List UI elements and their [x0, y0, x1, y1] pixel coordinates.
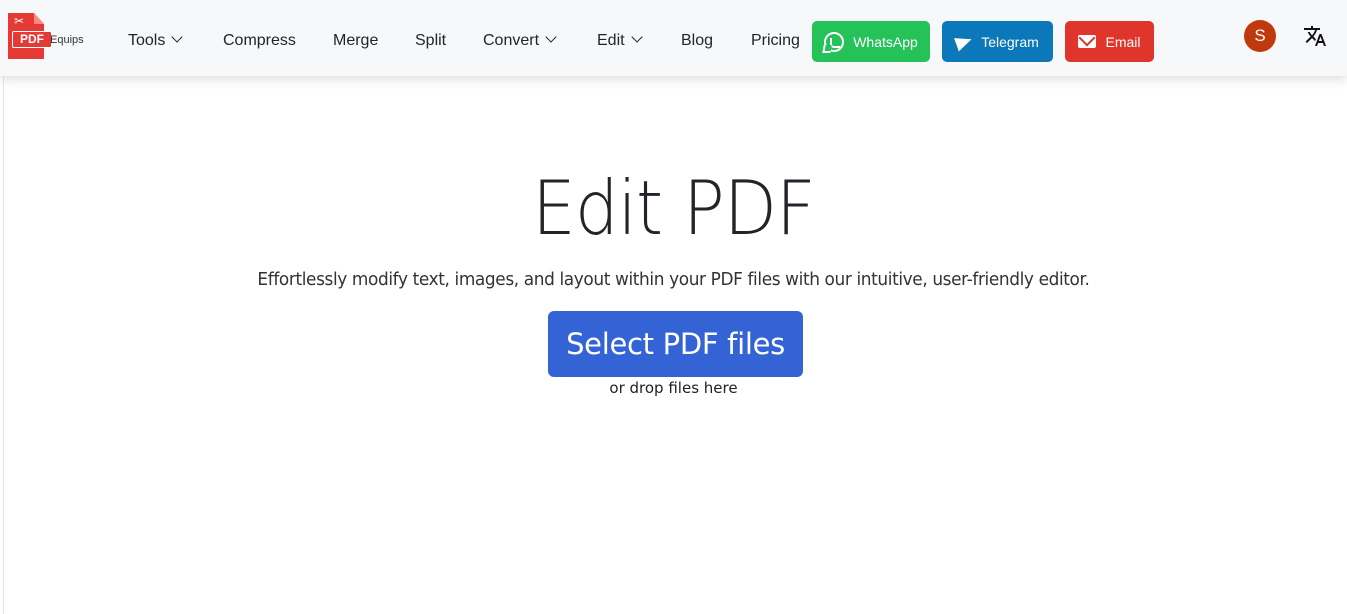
translate-icon-svg	[1304, 26, 1326, 46]
tools-cross-icon: ✂	[14, 14, 25, 28]
nav-tools-label: Tools	[128, 32, 166, 49]
page-fold-icon	[34, 13, 44, 24]
email-button[interactable]: Email	[1065, 21, 1154, 62]
chevron-down-icon	[171, 31, 184, 43]
nav-merge[interactable]: Merge	[333, 30, 378, 52]
nav-split[interactable]: Split	[415, 30, 446, 52]
whatsapp-button[interactable]: WhatsApp	[812, 21, 930, 62]
whatsapp-icon	[824, 31, 845, 52]
email-label: Email	[1105, 33, 1141, 50]
page-title: Edit PDF	[532, 164, 816, 252]
nav-pricing[interactable]: Pricing	[751, 30, 800, 52]
nav-edit-dropdown[interactable]: Edit	[597, 30, 643, 52]
drop-files-hint: or drop files here	[609, 379, 738, 397]
top-navbar: ✂ PDF Equips Tools Compress Merge Split …	[0, 0, 1347, 76]
telegram-label: Telegram	[981, 33, 1039, 50]
whatsapp-label: WhatsApp	[853, 33, 918, 50]
nav-edit-label: Edit	[597, 32, 625, 49]
user-avatar[interactable]: S	[1244, 20, 1276, 52]
logo-badge: PDF	[12, 31, 52, 48]
brand-logo[interactable]: ✂ PDF Equips	[8, 13, 90, 59]
translate-icon[interactable]	[1303, 24, 1327, 48]
nav-compress[interactable]: Compress	[223, 30, 296, 52]
chevron-down-icon	[630, 31, 643, 43]
email-icon	[1078, 35, 1097, 48]
nav-blog[interactable]: Blog	[681, 30, 713, 52]
select-pdf-files-button[interactable]: Select PDF files	[548, 311, 803, 377]
nav-convert-label: Convert	[483, 32, 540, 49]
page-frame	[3, 0, 1347, 614]
nav-convert-dropdown[interactable]: Convert	[483, 30, 557, 52]
chevron-down-icon	[545, 31, 557, 43]
logo-text: Equips	[50, 34, 84, 46]
telegram-button[interactable]: Telegram	[942, 21, 1053, 62]
nav-tools-dropdown[interactable]: Tools	[128, 30, 184, 52]
page-subtitle: Effortlessly modify text, images, and la…	[257, 269, 1090, 290]
telegram-icon	[954, 32, 975, 51]
